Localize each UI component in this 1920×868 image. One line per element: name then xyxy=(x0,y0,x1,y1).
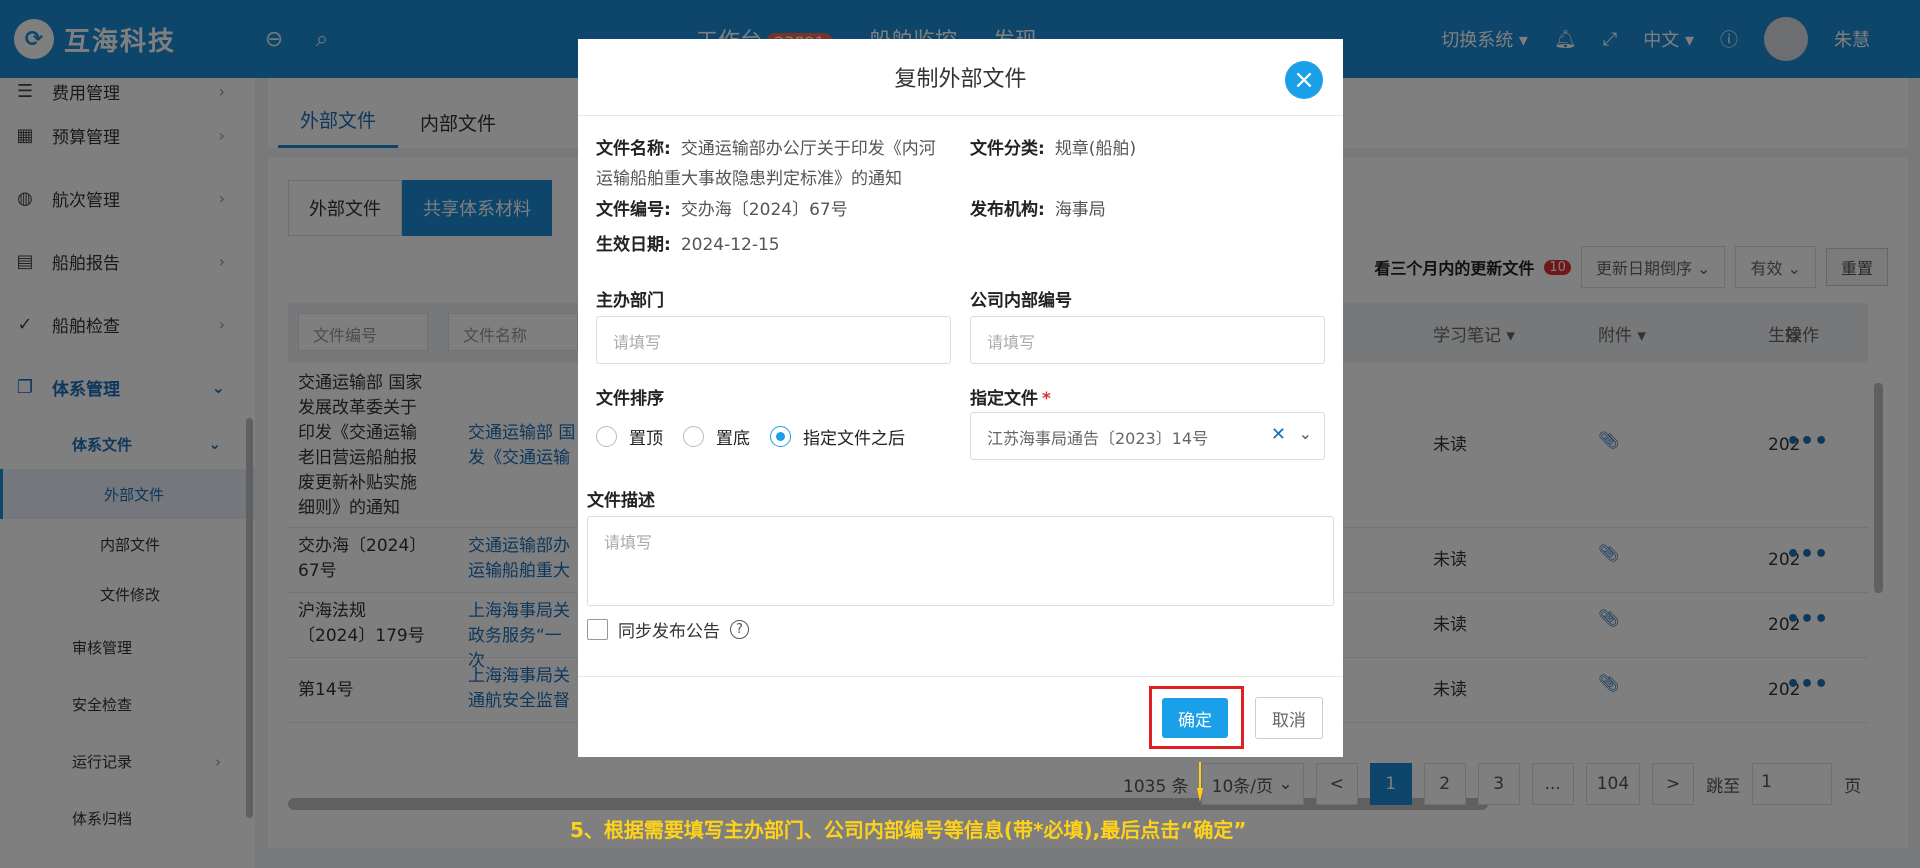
target-label-text: 指定文件 xyxy=(970,389,1038,409)
sync-announcement-checkbox[interactable] xyxy=(587,619,608,640)
chevron-down-icon[interactable]: ⌄ xyxy=(1299,424,1312,443)
cancel-button[interactable]: 取消 xyxy=(1255,697,1323,739)
info-category: 文件分类: 规章(船舶) xyxy=(970,134,1136,164)
internal-code-label: 公司内部编号 xyxy=(970,291,1072,311)
radio-label: 指定文件之后 xyxy=(803,429,905,449)
sort-radio-group: 置顶 置底 指定文件之后 xyxy=(596,424,905,449)
help-icon[interactable]: ? xyxy=(730,620,749,639)
dialog-title: 复制外部文件 xyxy=(894,67,1027,92)
radio-circle xyxy=(770,426,791,447)
required-mark: * xyxy=(1042,389,1051,409)
dept-input[interactable]: 请填写 xyxy=(596,316,951,364)
info-effective-date: 生效日期: 2024-12-15 xyxy=(596,230,780,260)
sync-announcement-label[interactable]: 同步发布公告 xyxy=(618,617,720,642)
info-value: 规章(船舶) xyxy=(1054,139,1137,159)
target-file-select[interactable]: 江苏海事局通告〔2023〕14号 ✕ ⌄ xyxy=(970,412,1325,460)
info-value: 2024-12-15 xyxy=(680,235,780,255)
info-label: 发布机构: xyxy=(970,200,1045,220)
dialog-header: 复制外部文件 × xyxy=(578,39,1343,116)
info-value: 海事局 xyxy=(1054,200,1106,220)
radio-top[interactable]: 置顶 xyxy=(596,424,663,449)
radio-bottom[interactable]: 置底 xyxy=(683,424,750,449)
radio-circle xyxy=(596,426,617,447)
internal-code-input[interactable]: 请填写 xyxy=(970,316,1325,364)
info-file-code: 文件编号: 交办海〔2024〕67号 xyxy=(596,195,848,225)
radio-label: 置顶 xyxy=(629,429,663,449)
desc-textarea[interactable]: 请填写 xyxy=(587,516,1334,606)
sort-label: 文件排序 xyxy=(596,389,664,409)
info-publisher: 发布机构: 海事局 xyxy=(970,195,1106,225)
dept-label: 主办部门 xyxy=(596,291,664,311)
desc-label: 文件描述 xyxy=(587,491,655,511)
copy-external-file-dialog: 复制外部文件 × 文件名称: 交通运输部办公厅关于印发《内河运输船舶重大事故隐患判… xyxy=(578,39,1343,757)
annotation-arrow xyxy=(1197,762,1203,802)
info-label: 生效日期: xyxy=(596,235,671,255)
info-label: 文件分类: xyxy=(970,139,1045,159)
annotation-text: 5、根据需要填写主办部门、公司内部编号等信息(带*必填),最后点击“确定” xyxy=(570,818,1247,842)
info-label: 文件名称: xyxy=(596,139,671,159)
target-file-value: 江苏海事局通告〔2023〕14号 xyxy=(987,429,1209,448)
close-icon[interactable]: × xyxy=(1285,61,1323,99)
info-value: 交办海〔2024〕67号 xyxy=(680,200,848,220)
info-label: 文件编号: xyxy=(596,200,671,220)
dialog-footer-divider xyxy=(578,676,1343,677)
sync-announcement-row: 同步发布公告 ? xyxy=(587,617,749,642)
info-file-name: 文件名称: 交通运输部办公厅关于印发《内河运输船舶重大事故隐患判定标准》的通知 xyxy=(596,134,946,194)
radio-label: 置底 xyxy=(716,429,750,449)
radio-after-file[interactable]: 指定文件之后 xyxy=(770,424,905,449)
highlight-box xyxy=(1149,686,1244,749)
target-file-label: 指定文件 * xyxy=(970,384,1051,409)
radio-circle xyxy=(683,426,704,447)
clear-icon[interactable]: ✕ xyxy=(1271,424,1286,445)
